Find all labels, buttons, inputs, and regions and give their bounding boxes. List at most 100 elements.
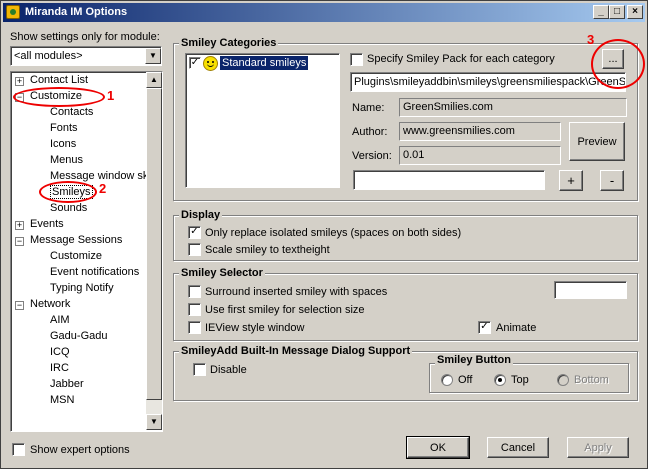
window-title: Miranda IM Options — [25, 6, 128, 18]
radio-off[interactable] — [441, 374, 453, 386]
annotation-circle-browse — [591, 39, 645, 89]
tree-item[interactable]: Network — [30, 298, 70, 310]
annotation-circle-smileys — [39, 181, 97, 203]
version-label: Version: — [352, 150, 392, 162]
category-standard-smileys[interactable]: Standard smileys — [220, 56, 309, 70]
minimize-button[interactable]: _ — [593, 5, 609, 19]
chevron-down-icon[interactable]: ▼ — [145, 48, 161, 64]
smiley-pack-path-input[interactable]: Plugins\smileyaddbin\smileys\greensmilie… — [350, 72, 626, 92]
module-filter-select[interactable]: <all modules> ▼ — [10, 46, 162, 66]
tree-item[interactable]: AIM — [50, 314, 70, 326]
tree-item-label: Customize — [50, 250, 102, 262]
tree-item-label: Contacts — [50, 106, 94, 118]
scale-smiley-label: Scale smiley to textheight — [205, 244, 330, 256]
tree-item[interactable]: Gadu-Gadu — [50, 330, 107, 342]
tree-item-label: Gadu-Gadu — [50, 330, 108, 342]
scroll-up-icon[interactable]: ▲ — [146, 72, 162, 88]
tree-item[interactable]: Customize — [50, 250, 102, 262]
scale-smiley-checkbox[interactable] — [188, 243, 201, 256]
tree-item-label: Menus — [50, 154, 84, 166]
pack-name-value: GreenSmilies.com — [403, 101, 493, 113]
surround-spaces-label: Surround inserted smiley with spaces — [205, 286, 388, 298]
expand-icon[interactable]: + — [15, 221, 24, 230]
tree-item[interactable]: Contacts — [50, 106, 93, 118]
pack-version-value: 0.01 — [403, 149, 425, 161]
scroll-thumb[interactable] — [146, 88, 162, 400]
only-replace-checkbox[interactable]: ✓ — [188, 226, 201, 239]
scroll-down-icon[interactable]: ▼ — [146, 414, 162, 430]
smiley-pack-path: Plugins\smileyaddbin\smileys\greensmilie… — [354, 76, 626, 88]
ieview-style-checkbox[interactable] — [188, 321, 201, 334]
first-smiley-size-checkbox[interactable] — [188, 303, 201, 316]
options-window: Miranda IM Options _ □ × Show settings o… — [0, 0, 648, 469]
tree-item-label: Network — [30, 298, 71, 310]
tree-item-label: IRC — [50, 362, 69, 374]
tree-item-label: Sounds — [50, 202, 88, 214]
tree-item-label: Fonts — [50, 122, 78, 134]
animate-checkbox[interactable]: ✓ — [478, 321, 491, 334]
maximize-icon: □ — [613, 6, 621, 17]
pack-author-field: www.greensmilies.com — [399, 122, 561, 141]
tree-item[interactable]: Sounds — [50, 202, 87, 214]
smiley-categories-title: Smiley Categories — [179, 37, 279, 49]
tree-item[interactable]: Menus — [50, 154, 83, 166]
new-category-input[interactable] — [353, 170, 545, 190]
tree-item[interactable]: MSN — [50, 394, 74, 406]
disable-builtin-checkbox[interactable] — [193, 363, 206, 376]
tree-item-label: AIM — [50, 314, 70, 326]
tree-item-label: Typing Notify — [50, 282, 114, 294]
annotation-number-2: 2 — [99, 181, 107, 196]
category-list[interactable]: ✓ Standard smileys — [185, 53, 340, 188]
specify-pack-label: Specify Smiley Pack for each category — [367, 53, 555, 65]
tree-item[interactable]: Event notifications — [50, 266, 139, 278]
annotation-circle-customize — [13, 87, 105, 107]
tree-item-label: Jabber — [50, 378, 84, 390]
radio-top-label: Top — [511, 374, 529, 386]
radio-bottom[interactable] — [557, 374, 569, 386]
pack-name-field: GreenSmilies.com — [399, 98, 627, 117]
radio-bottom-label: Bottom — [574, 374, 609, 386]
tree-item[interactable]: Events — [30, 218, 64, 230]
specify-pack-checkbox[interactable] — [350, 53, 363, 66]
add-category-button[interactable]: + — [559, 170, 583, 191]
surround-spaces-checkbox[interactable] — [188, 285, 201, 298]
smiley-button-title: Smiley Button — [435, 354, 513, 366]
title-bar[interactable]: Miranda IM Options _ □ × — [3, 3, 645, 22]
tree-scrollbar[interactable]: ▲ ▼ — [146, 72, 162, 430]
apply-button[interactable]: Apply — [567, 437, 629, 458]
tree-item[interactable]: Contact List — [30, 74, 88, 86]
pack-author-value: www.greensmilies.com — [403, 125, 515, 137]
tree-item[interactable]: Icons — [50, 138, 76, 150]
remove-category-button[interactable]: - — [600, 170, 624, 191]
module-filter-value: <all modules> — [14, 50, 83, 62]
tree-item-label: Contact List — [30, 74, 89, 86]
maximize-button[interactable]: □ — [609, 5, 625, 19]
tree-item[interactable]: ICQ — [50, 346, 70, 358]
collapse-icon[interactable]: − — [15, 237, 24, 246]
cancel-button[interactable]: Cancel — [487, 437, 549, 458]
preview-button[interactable]: Preview — [569, 122, 625, 161]
name-label: Name: — [352, 102, 385, 114]
author-label: Author: — [352, 126, 388, 138]
tree-item-label: ICQ — [50, 346, 70, 358]
first-smiley-size-label: Use first smiley for selection size — [205, 304, 365, 316]
tree-item-label: Event notifications — [50, 266, 140, 278]
close-icon: × — [632, 6, 638, 17]
close-button[interactable]: × — [627, 5, 643, 19]
pack-version-field: 0.01 — [399, 146, 561, 165]
expert-options-checkbox[interactable] — [12, 443, 25, 456]
tree-item-label: Events — [30, 218, 64, 230]
collapse-icon[interactable]: − — [15, 301, 24, 310]
tree-item[interactable]: Typing Notify — [50, 282, 114, 294]
tree-item[interactable]: Message Sessions — [30, 234, 122, 246]
expand-icon[interactable]: + — [15, 77, 24, 86]
radio-top[interactable] — [494, 374, 506, 386]
ieview-style-label: IEView style window — [205, 322, 305, 334]
annotation-number-3: 3 — [587, 32, 595, 47]
ok-button[interactable]: OK — [406, 436, 470, 459]
category-checkbox[interactable]: ✓ — [189, 57, 201, 69]
tree-item[interactable]: Fonts — [50, 122, 78, 134]
tree-item[interactable]: IRC — [50, 362, 69, 374]
tree-item[interactable]: Jabber — [50, 378, 84, 390]
selector-color-input[interactable] — [554, 281, 627, 299]
